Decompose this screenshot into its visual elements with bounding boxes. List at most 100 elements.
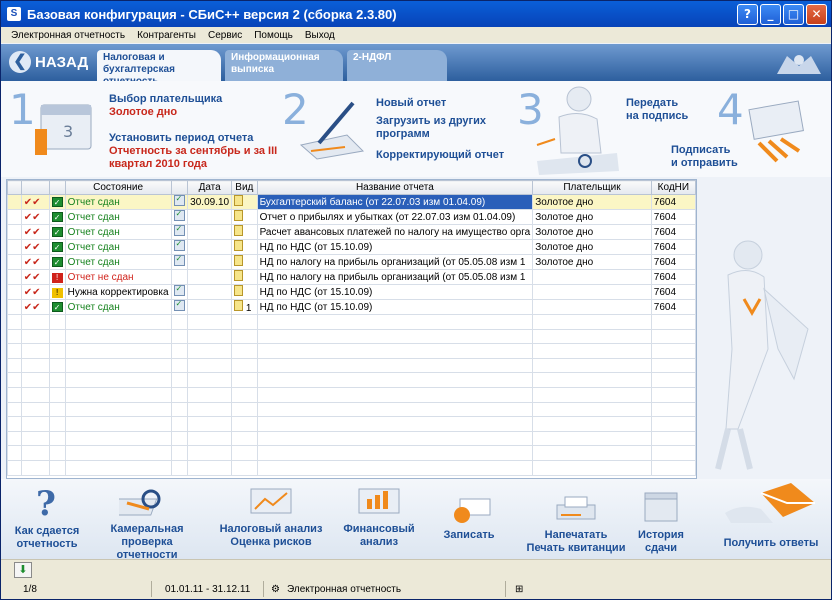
save-button[interactable]: Записать — [437, 497, 501, 542]
desk-audit-button[interactable]: Камеральная проверка отчетности — [95, 487, 199, 562]
delivery-mark: ✔✔ — [20, 239, 50, 255]
period-range: 01.01.11 - 31.12.11 — [165, 584, 251, 595]
chart-icon — [217, 485, 325, 521]
empty-cell — [231, 372, 258, 388]
header-kind[interactable]: Вид — [231, 180, 258, 195]
menu-help[interactable]: Помощь — [254, 30, 293, 41]
empty-cell — [7, 445, 22, 461]
sign-and-send-link[interactable]: и отправить — [671, 157, 738, 170]
header-date[interactable]: Дата — [187, 180, 233, 195]
receipt-icon — [173, 255, 185, 266]
send-for-signature-link[interactable]: Передать — [626, 97, 678, 110]
reports-table: Состояние Дата Вид Название отчета Плате… — [7, 180, 696, 476]
table-row[interactable] — [7, 357, 696, 374]
empty-cell — [231, 386, 258, 403]
app-icon: S — [7, 7, 21, 21]
sign-and-send-link[interactable]: Подписать — [671, 144, 730, 157]
table-row[interactable]: ✔✔ ✓Отчет сдан Отчет о прибылях и убытках… — [7, 209, 696, 225]
print-button[interactable]: Напечатать Печать квитанции — [523, 495, 629, 555]
table-row[interactable] — [7, 459, 696, 476]
load-programs-link[interactable]: Загрузить из других — [376, 115, 486, 128]
download-icon[interactable]: ⬇ — [14, 562, 32, 578]
row-selector — [7, 284, 22, 300]
window-title: Базовая конфигурация - СБиС++ версия 2 (… — [27, 6, 397, 22]
empty-cell — [170, 416, 189, 432]
table-row[interactable]: ✔✔ ✓Отчет сдан НД по налогу на прибыль ор… — [7, 254, 696, 270]
empty-cell — [256, 372, 534, 388]
menu-contractors[interactable]: Контрагенты — [137, 30, 196, 41]
tab-tax-reporting[interactable]: Налоговая и бухгалтерская отчетность — [97, 50, 221, 87]
table-row[interactable] — [7, 314, 696, 330]
check-mark-icon: ✔✔ — [23, 241, 41, 253]
tab-label: выписка — [231, 64, 275, 75]
table-row[interactable] — [7, 328, 696, 345]
empty-cell — [64, 372, 172, 388]
header-tax-code[interactable]: КодНИ — [650, 180, 696, 195]
table-row[interactable] — [7, 416, 696, 432]
minimize-button[interactable]: _ — [760, 4, 781, 25]
how-reporting-works-button[interactable]: ? Как сдается отчетность — [9, 484, 85, 551]
woman-illustration — [698, 179, 831, 479]
help-button[interactable]: ? — [737, 4, 758, 25]
menu-service[interactable]: Сервис — [208, 30, 242, 41]
header-status[interactable]: Состояние — [64, 180, 172, 195]
date-cell — [187, 284, 233, 300]
kind-cell — [231, 209, 258, 225]
report-name-cell: Расчет авансовых платежей по налогу на и… — [256, 224, 534, 240]
status-cell: Отчет сдан — [64, 254, 172, 270]
table-row[interactable]: ✔✔ ✓Отчет сдан НД по НДС (от 15.10.09)Зол… — [7, 239, 696, 255]
table-row[interactable]: ✔✔ ✓Отчет сдан 30.09.10 Бухгалтерский бала… — [7, 194, 696, 210]
back-arrow-icon: ❮ — [9, 51, 31, 73]
table-row[interactable]: ✔✔ ✓Отчет сдан 1 НД по НДС (от 15.10.09) 76… — [7, 299, 696, 315]
back-button[interactable]: ❮ НАЗАД — [9, 50, 88, 74]
financial-analysis-button[interactable]: Финансовый анализ — [337, 485, 421, 549]
question-icon: ? — [9, 484, 85, 524]
receipt-cell — [170, 209, 189, 225]
empty-cell — [650, 372, 696, 388]
menu-reporting[interactable]: Электронная отчетность — [11, 30, 125, 41]
warning-status-icon: ! — [51, 287, 63, 298]
empty-cell — [64, 357, 172, 374]
check-mark-icon: ✔✔ — [23, 256, 41, 268]
report-name-cell: НД по НДС (от 15.10.09) — [256, 299, 534, 315]
tab-info-extract[interactable]: Информационная выписка — [225, 50, 343, 82]
get-answers-button[interactable]: Получить ответы — [717, 483, 825, 550]
table-row[interactable] — [7, 401, 696, 418]
empty-cell — [187, 386, 233, 403]
table-row[interactable] — [7, 372, 696, 388]
menu-exit[interactable]: Выход — [305, 30, 335, 41]
header-payer[interactable]: Плательщик — [532, 180, 652, 195]
table-row[interactable] — [7, 386, 696, 403]
set-period-link[interactable]: Установить период отчета — [109, 132, 253, 145]
date-cell — [187, 269, 233, 285]
action-label: сдачи — [644, 542, 678, 554]
table-row[interactable] — [7, 445, 696, 461]
close-button[interactable]: ✕ — [806, 4, 827, 25]
new-report-link[interactable]: Новый отчет — [376, 97, 446, 110]
empty-cell — [650, 445, 696, 461]
svg-text:3: 3 — [63, 122, 73, 141]
table-row[interactable]: ✔✔!Нужна корректировка НД по НДС (от 15.… — [7, 284, 696, 300]
kind-cell — [231, 269, 258, 285]
empty-cell — [48, 357, 66, 374]
document-icon — [234, 195, 244, 206]
load-programs-link[interactable]: программ — [376, 128, 430, 141]
send-for-signature-link[interactable]: на подпись — [626, 110, 688, 123]
correcting-report-link[interactable]: Корректирующий отчет — [376, 149, 504, 162]
check-mark-icon: ✔✔ — [23, 211, 41, 223]
empty-cell — [48, 416, 66, 432]
empty-cell — [256, 314, 534, 330]
submission-history-button[interactable]: История сдачи — [633, 489, 689, 555]
table-row[interactable] — [7, 430, 696, 447]
choose-payer-link[interactable]: Выбор плательщика — [109, 93, 222, 106]
empty-cell — [532, 416, 652, 432]
table-row[interactable]: ✔✔! Отчет не сдан НД по налогу на прибыль… — [7, 269, 696, 285]
maximize-button[interactable]: □ — [783, 4, 804, 25]
header-report-name[interactable]: Название отчета — [256, 180, 534, 195]
tax-analysis-button[interactable]: Налоговый анализ Оценка рисков — [217, 485, 325, 549]
empty-cell — [650, 343, 696, 359]
table-row[interactable] — [7, 343, 696, 359]
receipt-icon — [173, 210, 185, 221]
tab-2ndfl[interactable]: 2-НДФЛ — [347, 50, 447, 82]
table-row[interactable]: ✔✔ ✓Отчет сдан Расчет авансовых платежей … — [7, 224, 696, 240]
